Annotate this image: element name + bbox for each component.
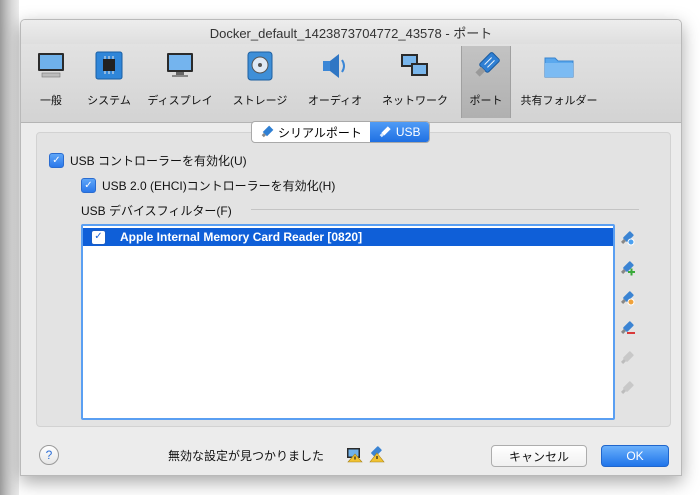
move-filter-down-button[interactable]	[616, 377, 638, 399]
toolbar-label: オーディオ	[307, 95, 363, 107]
ok-button[interactable]: OK	[601, 445, 669, 467]
display-icon	[167, 53, 193, 77]
enable-usb-controller-row: ✓ USB コントローラーを有効化(U)	[49, 152, 247, 169]
warning-display-icon[interactable]	[345, 445, 363, 463]
monitor-general-icon	[38, 53, 64, 78]
toolbar-label: ストレージ	[232, 95, 288, 107]
settings-window: Docker_default_1423873704772_43578 - ポート…	[20, 19, 682, 476]
usb-add-from-device-icon	[620, 261, 635, 276]
toolbar-label: 共有フォルダー	[520, 95, 598, 107]
usb-filters-label: USB デバイスフィルター(F)	[81, 204, 232, 218]
tab-label: USB	[395, 125, 421, 139]
speaker-icon	[323, 54, 345, 78]
settings-toolbar: 一般 システム ディスプレイ ストレージ オーディオ ネットワーク ポート 共有…	[21, 44, 681, 123]
help-button[interactable]: ?	[39, 445, 59, 465]
usb-filters-divider	[251, 209, 639, 210]
tab-label: シリアルポート	[278, 125, 362, 140]
toolbar-item-system[interactable]: システム	[83, 46, 135, 118]
toolbar-item-general[interactable]: 一般	[33, 46, 69, 118]
background-app-strip	[0, 0, 19, 495]
toolbar-item-display[interactable]: ディスプレイ	[145, 46, 215, 118]
usb-filter-down-icon	[620, 381, 634, 395]
serial-port-icon	[261, 125, 274, 138]
status-text: 無効な設定が見つかりました	[168, 449, 325, 463]
enable-ehci-label: USB 2.0 (EHCI)コントローラーを有効化(H)	[102, 179, 336, 193]
enable-usb-controller-checkbox[interactable]: ✓	[49, 153, 64, 168]
toolbar-item-audio[interactable]: オーディオ	[305, 46, 365, 118]
toolbar-label: システム	[87, 95, 131, 107]
toolbar-item-network[interactable]: ネットワーク	[379, 46, 451, 118]
usb-filter-edit-icon	[620, 291, 635, 306]
remove-filter-button[interactable]	[616, 317, 638, 339]
tab-serial-ports[interactable]: シリアルポート	[252, 122, 370, 142]
move-filter-up-button[interactable]	[616, 347, 638, 369]
warning-port-icon[interactable]	[367, 445, 385, 463]
usb-filter-remove-icon	[620, 321, 635, 335]
list-item[interactable]: ✓ Apple Internal Memory Card Reader [082…	[83, 228, 613, 246]
enable-usb-controller-label: USB コントローラーを有効化(U)	[70, 154, 247, 168]
chip-icon	[95, 51, 123, 80]
folder-icon	[544, 57, 574, 78]
usb-filter-checkbox[interactable]: ✓	[91, 229, 106, 245]
edit-filter-button[interactable]	[616, 287, 638, 309]
usb-filter-add-icon	[620, 231, 635, 246]
toolbar-item-shared-folders[interactable]: 共有フォルダー	[520, 46, 598, 118]
usb-filter-list[interactable]: ✓ Apple Internal Memory Card Reader [082…	[81, 224, 615, 420]
enable-ehci-row: ✓ USB 2.0 (EHCI)コントローラーを有効化(H)	[81, 177, 335, 194]
disk-icon	[247, 51, 273, 81]
add-device-filter-button[interactable]	[616, 257, 638, 279]
port-type-tabs: シリアルポート USB	[251, 121, 430, 143]
toolbar-label: ネットワーク	[382, 95, 448, 107]
usb-filter-up-icon	[620, 351, 634, 365]
toolbar-item-ports[interactable]: ポート	[461, 46, 511, 118]
cancel-button[interactable]: キャンセル	[491, 445, 587, 467]
toolbar-label: ポート	[469, 95, 503, 107]
usb-icon	[379, 126, 391, 138]
toolbar-item-storage[interactable]: ストレージ	[229, 46, 291, 118]
plug-icon	[475, 52, 500, 77]
network-icon	[401, 54, 428, 76]
tab-usb[interactable]: USB	[369, 122, 429, 142]
add-filter-button[interactable]	[616, 227, 638, 249]
usb-filter-label: Apple Internal Memory Card Reader [0820]	[120, 230, 363, 244]
toolbar-label: 一般	[40, 95, 62, 107]
toolbar-label: ディスプレイ	[147, 95, 213, 107]
enable-ehci-checkbox[interactable]: ✓	[81, 178, 96, 193]
